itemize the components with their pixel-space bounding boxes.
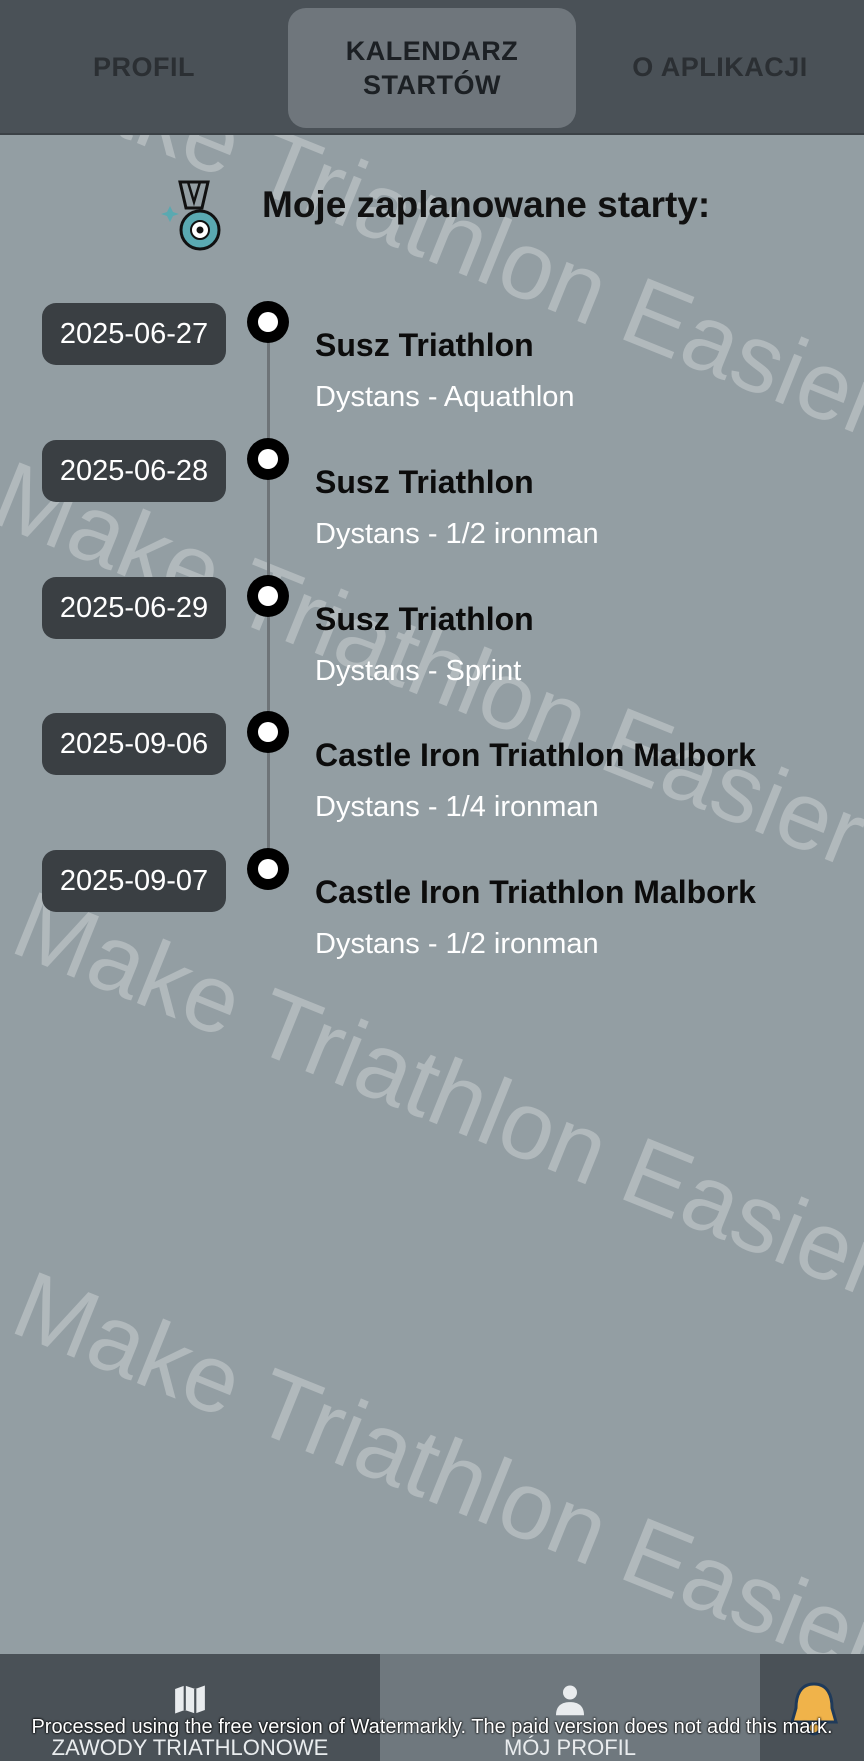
event-distance: Dystans - 1/2 ironman bbox=[315, 518, 599, 550]
event-name: Susz Triathlon bbox=[315, 601, 534, 637]
nav-moj-profil[interactable]: MÓJ PROFIL bbox=[380, 1654, 760, 1761]
top-tab-bar: PROFIL KALENDARZ STARTÓW O APLIKACJI bbox=[0, 0, 864, 135]
event-name: Susz Triathlon bbox=[315, 327, 534, 363]
bell-icon[interactable] bbox=[786, 1678, 842, 1738]
timeline-dot-icon bbox=[247, 711, 289, 753]
tab-kalendarz-startow[interactable]: KALENDARZ STARTÓW bbox=[288, 8, 576, 128]
timeline-entry[interactable]: 2025-06-28 Susz Triathlon Dystans - 1/2 … bbox=[0, 438, 864, 576]
event-distance: Dystans - 1/4 ironman bbox=[315, 791, 599, 823]
event-distance: Dystans - Sprint bbox=[315, 655, 522, 687]
timeline-entry[interactable]: 2025-06-27 Susz Triathlon Dystans - Aqua… bbox=[0, 301, 864, 439]
event-name: Castle Iron Triathlon Malbork bbox=[315, 737, 756, 773]
event-distance: Dystans - Aquathlon bbox=[315, 381, 575, 413]
event-name: Susz Triathlon bbox=[315, 464, 534, 500]
date-badge: 2025-06-28 bbox=[42, 440, 226, 502]
date-badge: 2025-09-06 bbox=[42, 713, 226, 775]
medal-icon bbox=[161, 180, 221, 251]
event-name: Castle Iron Triathlon Malbork bbox=[315, 874, 756, 910]
timeline-dot-icon bbox=[247, 575, 289, 617]
tab-profil[interactable]: PROFIL bbox=[0, 0, 288, 133]
timeline-dot-icon bbox=[247, 301, 289, 343]
date-badge: 2025-06-29 bbox=[42, 577, 226, 639]
person-icon bbox=[556, 1685, 584, 1716]
nav-profil-label: MÓJ PROFIL bbox=[503, 1735, 636, 1760]
date-badge: 2025-09-07 bbox=[42, 850, 226, 912]
tab-o-aplikacji[interactable]: O APLIKACJI bbox=[576, 0, 864, 133]
date-badge: 2025-06-27 bbox=[42, 303, 226, 365]
watermark-text-4: Make Triathlon Easier bbox=[0, 1250, 864, 1698]
page-title: Moje zaplanowane starty: bbox=[262, 184, 711, 225]
timeline-entry[interactable]: 2025-06-29 Susz Triathlon Dystans - Spri… bbox=[0, 575, 864, 713]
bottom-nav-bar: ZAWODY TRIATHLONOWE MÓJ PROFIL bbox=[0, 1654, 864, 1761]
timeline-entry[interactable]: 2025-09-06 Castle Iron Triathlon Malbork… bbox=[0, 711, 864, 849]
timeline-dot-icon bbox=[247, 848, 289, 890]
tab-kalendarz-label: KALENDARZ STARTÓW bbox=[345, 36, 519, 100]
timeline-entry[interactable]: 2025-09-07 Castle Iron Triathlon Malbork… bbox=[0, 848, 864, 986]
nav-zawody-label: ZAWODY TRIATHLONOWE bbox=[51, 1735, 329, 1760]
timeline-dot-icon bbox=[247, 438, 289, 480]
event-distance: Dystans - 1/2 ironman bbox=[315, 928, 599, 960]
nav-zawody-triathlonowe[interactable]: ZAWODY TRIATHLONOWE bbox=[0, 1654, 380, 1761]
map-icon bbox=[175, 1685, 205, 1714]
